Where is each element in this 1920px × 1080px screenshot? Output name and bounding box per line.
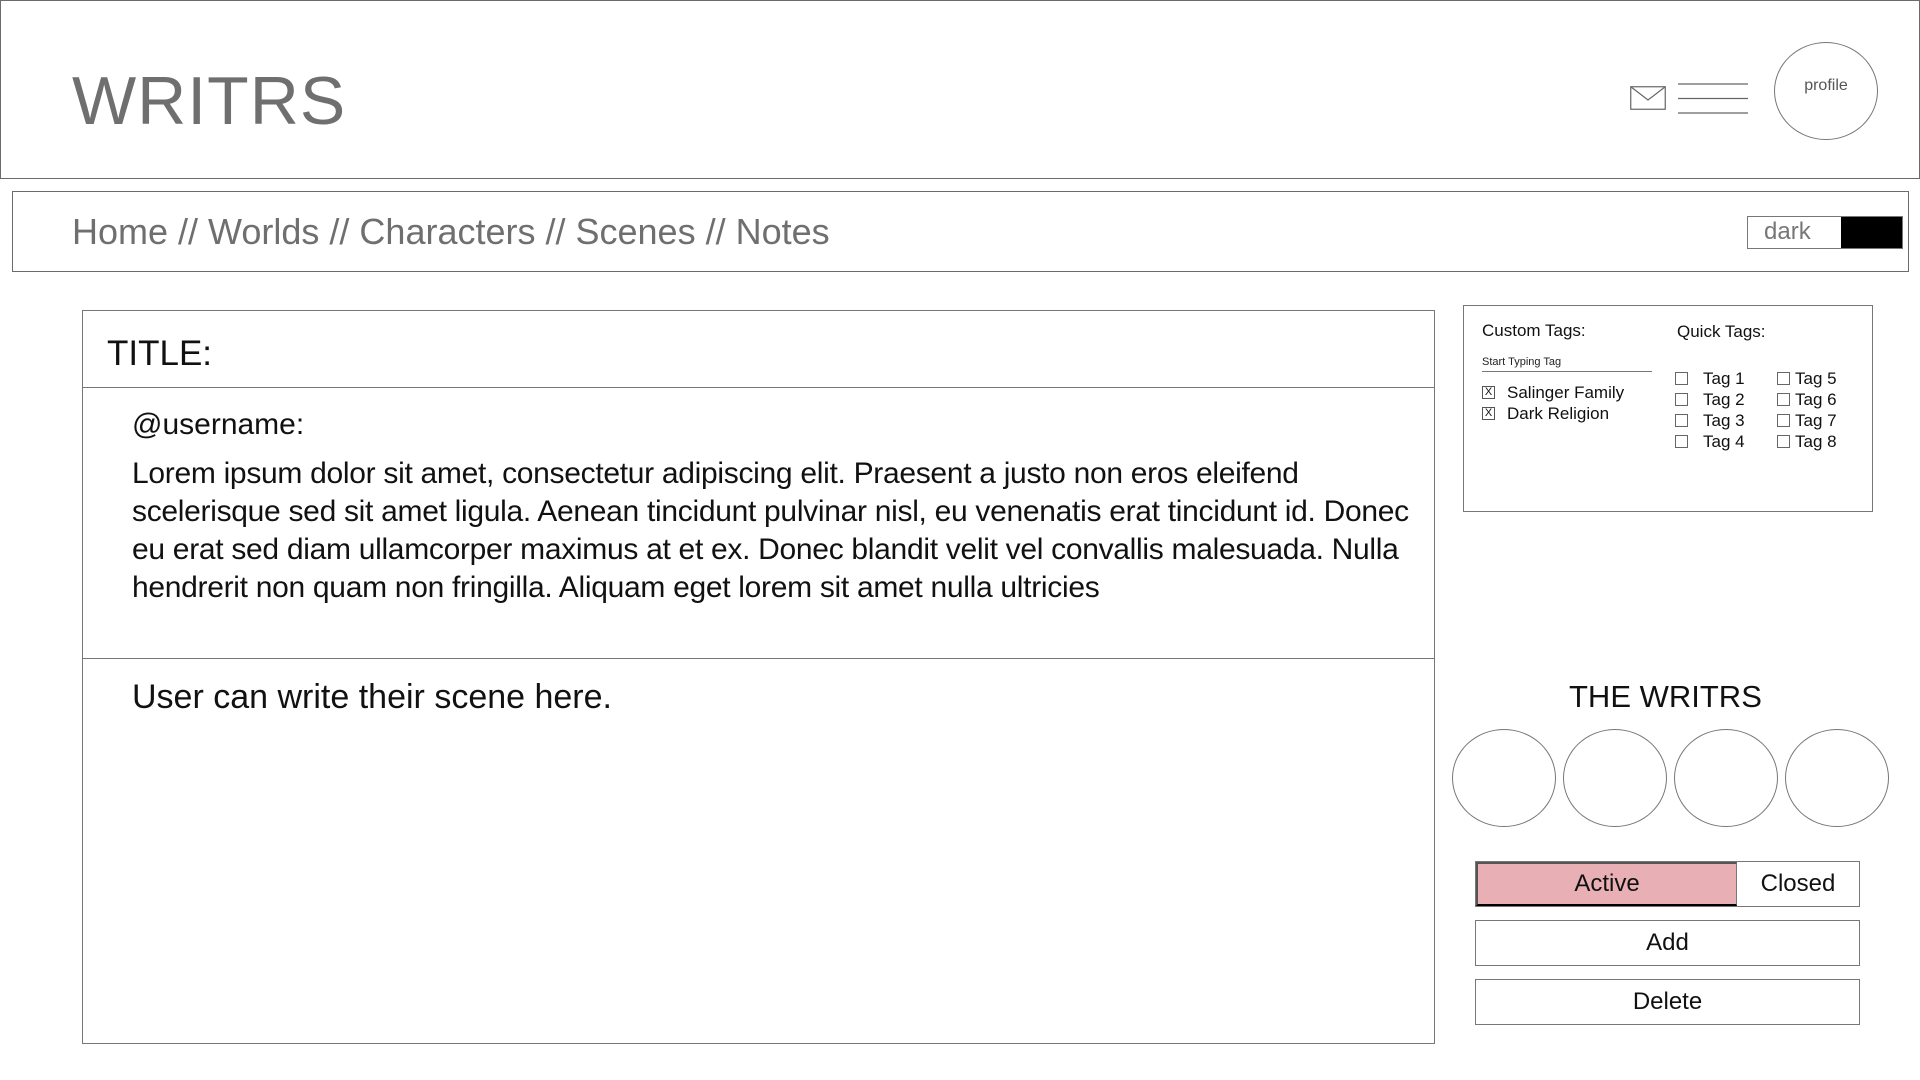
writer-avatar[interactable] (1563, 729, 1667, 827)
quick-tag-checkbox[interactable] (1777, 414, 1790, 427)
scene-text-area[interactable]: User can write their scene here. (132, 677, 612, 717)
tags-panel: Custom Tags: X Salinger Family X Dark Re… (1463, 305, 1873, 512)
breadcrumb-separator: // (695, 211, 736, 252)
quick-tag-checkbox[interactable] (1675, 372, 1688, 385)
title-label: TITLE: (107, 334, 213, 373)
quick-tags-title: Quick Tags: (1677, 322, 1766, 341)
dark-mode-swatch (1841, 217, 1902, 248)
nav-link-worlds[interactable]: Worlds (208, 211, 319, 252)
prompt-text: Lorem ipsum dolor sit amet, consectetur … (132, 457, 1409, 604)
status-active-button[interactable]: Active (1476, 862, 1737, 906)
nav-link-home[interactable]: Home (72, 211, 168, 252)
nav-link-characters[interactable]: Characters (359, 211, 535, 252)
quick-tag-label: Tag 7 (1795, 410, 1837, 430)
nav-link-scenes[interactable]: Scenes (576, 211, 696, 252)
quick-tag-checkbox[interactable] (1777, 435, 1790, 448)
quick-tag-item[interactable]: Tag 4 (1675, 431, 1745, 452)
quick-tag-label: Tag 3 (1703, 410, 1745, 430)
quick-tag-label: Tag 8 (1795, 431, 1837, 451)
profile-label: profile (1804, 77, 1848, 94)
writers-title: THE WRITRS (1569, 679, 1762, 714)
prompt-section: @username: Lorem ipsum dolor sit amet, c… (83, 388, 1434, 659)
quick-tag-label: Tag 5 (1795, 368, 1837, 388)
profile-avatar[interactable]: profile (1774, 42, 1878, 140)
quick-tags-column-2: Tag 5 Tag 6 Tag 7 Tag 8 (1777, 368, 1837, 452)
writer-avatar[interactable] (1452, 729, 1556, 827)
quick-tag-item[interactable]: Tag 2 (1675, 389, 1745, 410)
quick-tag-checkbox[interactable] (1675, 393, 1688, 406)
custom-tag-checkbox[interactable]: X (1482, 386, 1495, 399)
quick-tag-checkbox[interactable] (1777, 372, 1790, 385)
username-label: @username: (132, 408, 305, 441)
dark-mode-toggle[interactable]: dark (1747, 216, 1903, 249)
breadcrumb-separator: // (319, 211, 360, 252)
quick-tag-checkbox[interactable] (1777, 393, 1790, 406)
quick-tag-checkbox[interactable] (1675, 414, 1688, 427)
title-row[interactable]: TITLE: (83, 311, 1434, 388)
quick-tag-checkbox[interactable] (1675, 435, 1688, 448)
nav-link-notes[interactable]: Notes (736, 211, 830, 252)
quick-tag-item[interactable]: Tag 5 (1777, 368, 1837, 389)
delete-button[interactable]: Delete (1475, 979, 1860, 1025)
quick-tag-label: Tag 6 (1795, 389, 1837, 409)
app-logo[interactable]: WRITRS (72, 61, 346, 141)
quick-tag-item[interactable]: Tag 6 (1777, 389, 1837, 410)
custom-tag-label: Salinger Family (1507, 382, 1625, 402)
quick-tag-item[interactable]: Tag 3 (1675, 410, 1745, 431)
writer-avatar[interactable] (1674, 729, 1778, 827)
custom-tag-list: X Salinger Family X Dark Religion (1482, 382, 1624, 424)
custom-tag-checkbox[interactable]: X (1482, 407, 1495, 420)
quick-tag-label: Tag 2 (1703, 389, 1745, 409)
status-toggle: Active Closed (1475, 861, 1860, 907)
quick-tags-column-1: Tag 1 Tag 2 Tag 3 Tag 4 (1675, 368, 1745, 452)
scene-editor: TITLE: @username: Lorem ipsum dolor sit … (82, 310, 1435, 1044)
mail-icon[interactable] (1630, 86, 1666, 110)
quick-tag-item[interactable]: Tag 8 (1777, 431, 1837, 452)
app-header: WRITRS profile (0, 0, 1920, 179)
breadcrumb: Home // Worlds // Characters // Scenes /… (72, 211, 830, 253)
status-closed-button[interactable]: Closed (1737, 862, 1859, 906)
custom-tag-label: Dark Religion (1507, 403, 1610, 423)
custom-tag-item: X Salinger Family (1482, 382, 1624, 403)
breadcrumb-separator: // (168, 211, 209, 252)
quick-tag-label: Tag 1 (1703, 368, 1745, 388)
breadcrumb-separator: // (535, 211, 576, 252)
dark-mode-label: dark (1764, 218, 1811, 245)
nav-bar: Home // Worlds // Characters // Scenes /… (12, 191, 1909, 272)
custom-tags-title: Custom Tags: (1482, 321, 1586, 340)
add-button[interactable]: Add (1475, 920, 1860, 966)
writer-avatar[interactable] (1785, 729, 1889, 827)
custom-tag-input[interactable] (1482, 352, 1652, 372)
quick-tag-item[interactable]: Tag 7 (1777, 410, 1837, 431)
custom-tag-item: X Dark Religion (1482, 403, 1624, 424)
quick-tag-label: Tag 4 (1703, 431, 1745, 451)
hamburger-menu-icon[interactable] (1678, 83, 1748, 114)
quick-tag-item[interactable]: Tag 1 (1675, 368, 1745, 389)
